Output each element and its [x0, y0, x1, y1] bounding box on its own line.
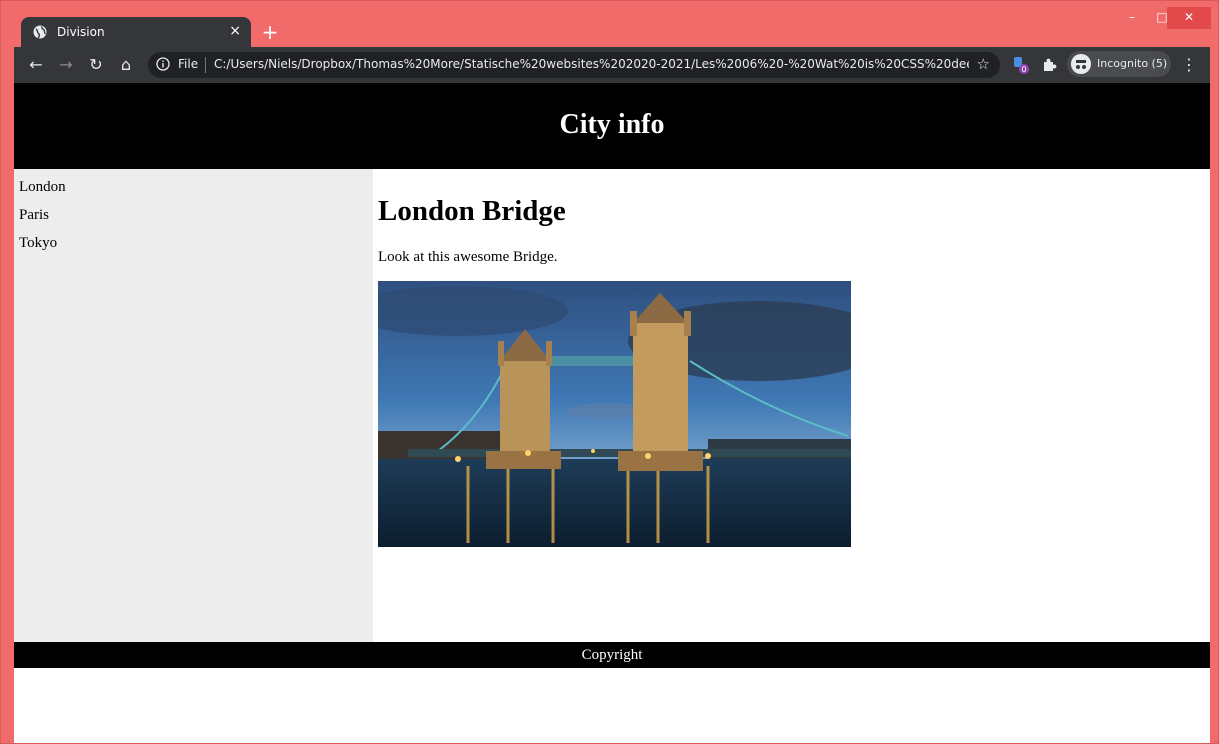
page-footer: Copyright: [14, 642, 1210, 668]
close-window-button[interactable]: ✕: [1167, 7, 1211, 29]
site-title: City info: [559, 109, 665, 140]
back-icon[interactable]: ←: [26, 55, 46, 75]
incognito-label: Incognito (5): [1097, 57, 1168, 70]
main-content: London Bridge Look at this awesome Bridg…: [373, 169, 1210, 642]
address-separator: [205, 57, 206, 73]
copyright-text: Copyright: [581, 647, 643, 663]
london-bridge-image: [378, 281, 851, 547]
minimize-button[interactable]: –: [1115, 7, 1149, 29]
home-icon[interactable]: ⌂: [116, 55, 136, 75]
article-heading: London Bridge: [378, 195, 566, 227]
globe-icon: [33, 25, 47, 39]
sidebar-item-tokyo[interactable]: Tokyo: [19, 235, 57, 252]
extension-badge-icon: 0: [1014, 57, 1029, 74]
star-icon[interactable]: ☆: [977, 55, 990, 73]
info-icon[interactable]: [156, 57, 170, 71]
kebab-menu-icon[interactable]: ⋮: [1181, 55, 1197, 75]
extension-badge-count: 0: [1021, 65, 1026, 74]
tab-close-icon[interactable]: ×: [229, 23, 241, 39]
incognito-button[interactable]: Incognito (5): [1067, 51, 1171, 77]
tab-title: Division: [57, 25, 105, 39]
url-scheme-label: File: [178, 57, 199, 71]
tab-strip: Division × + – □ ✕: [1, 1, 1219, 47]
sidebar-item-paris[interactable]: Paris: [19, 207, 49, 224]
extension-icon[interactable]: 0: [1011, 55, 1031, 75]
sidebar-item-london[interactable]: London: [19, 179, 66, 196]
incognito-icon: [1071, 54, 1091, 74]
page-viewport: City info London Paris Tokyo London Brid…: [14, 83, 1210, 743]
url-text[interactable]: C:/Users/Niels/Dropbox/Thomas%20More/Sta…: [214, 57, 969, 71]
new-tab-button[interactable]: +: [259, 21, 281, 43]
reload-icon[interactable]: ↻: [86, 55, 106, 75]
browser-tab[interactable]: Division ×: [21, 17, 251, 47]
forward-icon[interactable]: →: [56, 55, 76, 75]
page-header: City info: [14, 83, 1210, 169]
article-text: Look at this awesome Bridge.: [378, 249, 558, 265]
browser-toolbar: ← → ↻ ⌂ File C:/Users/Niels/Dropbox/Thom…: [14, 47, 1210, 83]
sidebar: London Paris Tokyo: [14, 169, 373, 642]
browser-window: Division × + – □ ✕ ← → ↻ ⌂ File C:/Users…: [0, 0, 1219, 744]
puzzle-icon[interactable]: [1039, 55, 1059, 75]
address-bar[interactable]: File C:/Users/Niels/Dropbox/Thomas%20Mor…: [148, 52, 1000, 78]
